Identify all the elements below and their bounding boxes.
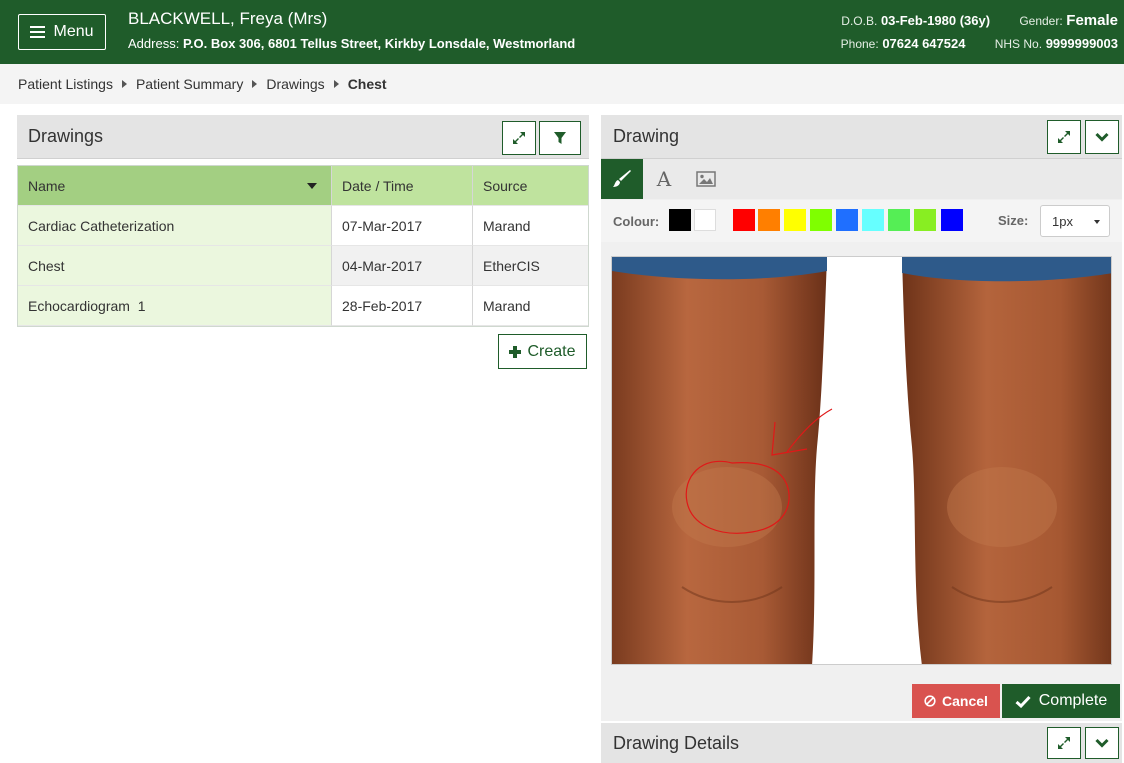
address-label: Address: [128,36,180,51]
phone-value: 07624 647524 [882,36,966,51]
nhs-value: 9999999003 [1045,36,1118,51]
drawing-toolbar: A [601,159,1122,199]
filter-icon [554,132,566,144]
brush-icon [613,170,631,187]
header-right-row-2: Phone: 07624 647524 NHS No. 9999999003 [841,36,1118,51]
cell-date: 07-Mar-2017 [332,206,473,246]
nhs-label: NHS No. [994,37,1043,51]
colour-swatch[interactable] [694,209,716,231]
column-header-label: Date / Time [342,177,414,194]
plus-icon [509,345,522,358]
create-label: Create [527,342,576,360]
column-header-label: Name [28,177,66,194]
cell-source: EtherCIS [473,246,588,286]
colour-swatch[interactable] [669,209,691,231]
expand-icon [513,132,525,144]
colour-swatch[interactable] [888,209,910,231]
complete-button[interactable]: Complete [1002,684,1120,718]
breadcrumb-separator-icon [121,80,127,88]
drawing-details-header: Drawing Details [601,723,1122,763]
breadcrumb-drawings[interactable]: Drawings [266,76,324,92]
phone-label: Phone: [840,37,879,51]
gender-value: Female [1066,12,1118,29]
address-value: P.O. Box 306, 6801 Tellus Street, Kirkby… [182,36,576,51]
breadcrumb-separator-icon [333,80,339,88]
drawing-panel-header: Drawing [601,115,1122,159]
cancel-icon [924,695,936,707]
cancel-button[interactable]: Cancel [912,684,1000,718]
table-row[interactable]: Cardiac Catheterization 07-Mar-2017 Mara… [18,206,588,246]
colour-label: Colour: [613,213,660,229]
patient-name: BLACKWELL, Freya (Mrs) [128,9,328,28]
drawing-canvas[interactable] [611,256,1112,665]
colour-swatch[interactable] [810,209,832,231]
chevron-down-icon [1095,132,1109,142]
drawing-collapse-button[interactable] [1085,120,1119,154]
expand-icon [1058,737,1070,749]
cell-name: Cardiac Catheterization [18,206,332,246]
table-header-row: Name Date / Time Source [18,166,588,206]
size-value: 1px [1052,213,1073,229]
colour-swatch[interactable] [836,209,858,231]
colour-swatch[interactable] [941,209,963,231]
size-select[interactable]: 1px [1040,205,1110,237]
patient-header: Menu BLACKWELL, Freya (Mrs) Address: P.O… [0,0,1124,64]
column-header-date[interactable]: Date / Time [332,166,473,206]
column-header-source[interactable]: Source [473,166,588,206]
chevron-down-icon [1095,738,1109,748]
menu-button[interactable]: Menu [18,14,106,50]
image-tool[interactable] [685,159,727,199]
cell-name: Chest [18,246,332,286]
colour-swatch[interactable] [733,209,755,231]
colour-swatch[interactable] [914,209,936,231]
breadcrumb-patient-summary[interactable]: Patient Summary [136,76,243,92]
breadcrumb-patient-listings[interactable]: Patient Listings [18,76,113,92]
hamburger-icon [30,26,46,38]
breadcrumb-separator-icon [252,80,258,88]
size-label: Size: [998,213,1029,228]
menu-label: Menu [53,23,94,40]
patient-address: Address: P.O. Box 306, 6801 Tellus Stree… [128,36,575,51]
filter-button[interactable] [539,121,581,155]
drawing-expand-button[interactable] [1047,120,1081,154]
details-collapse-button[interactable] [1085,727,1119,759]
brush-tool[interactable] [601,159,643,199]
drawing-details-title: Drawing Details [613,732,740,753]
column-header-label: Source [483,177,528,194]
breadcrumb: Patient Listings Patient Summary Drawing… [0,64,1124,104]
header-right-row-1: D.O.B. 03-Feb-1980 (36y) Gender: Female [841,12,1118,29]
details-expand-button[interactable] [1047,727,1081,759]
table-row[interactable]: Echocardiogram 1 28-Feb-2017 Marand [18,286,588,326]
cell-date: 28-Feb-2017 [332,286,473,326]
text-tool[interactable]: A [643,159,685,199]
knees-image [612,257,1111,664]
image-icon [696,171,716,187]
checkmark-icon [1015,695,1031,708]
table-row[interactable]: Chest 04-Mar-2017 EtherCIS [18,246,588,286]
create-button[interactable]: Create [498,334,587,369]
sort-caret-icon [307,182,317,189]
colour-swatch[interactable] [862,209,884,231]
gender-label: Gender: [1019,14,1063,28]
colour-swatch[interactable] [758,209,780,231]
expand-button[interactable] [502,121,536,155]
dob-label: D.O.B. [841,14,878,28]
cell-date: 04-Mar-2017 [332,246,473,286]
cancel-label: Cancel [942,693,988,709]
drawings-table: Name Date / Time Source Cardiac Catheter… [17,165,589,327]
drawings-panel-title: Drawings [28,126,104,146]
text-tool-icon: A [656,167,672,191]
dob-value: 03-Feb-1980 (36y) [880,13,991,28]
dropdown-caret-icon [1094,220,1100,224]
colour-swatch[interactable] [784,209,806,231]
column-header-name[interactable]: Name [18,166,332,206]
cell-source: Marand [473,206,588,246]
breadcrumb-current: Chest [347,76,387,92]
complete-label: Complete [1038,692,1108,709]
drawing-panel-title: Drawing [613,126,680,146]
cell-name: Echocardiogram 1 [18,286,332,326]
cell-source: Marand [473,286,588,326]
expand-icon [1058,131,1070,143]
